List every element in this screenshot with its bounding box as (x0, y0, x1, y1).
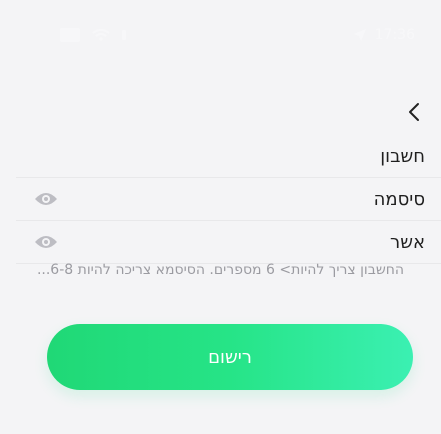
status-time: 17:36 (374, 27, 415, 43)
password-label: סיסמה (373, 188, 425, 210)
eye-icon[interactable] (34, 191, 58, 207)
register-button[interactable]: רישום (47, 324, 413, 390)
password-field[interactable]: סיסמה (16, 178, 441, 221)
back-button[interactable] (405, 100, 423, 124)
account-label: חשבון (380, 145, 425, 167)
account-field[interactable]: חשבון (16, 135, 441, 178)
battery-icon (60, 28, 80, 42)
status-right: 17:36 (353, 27, 415, 43)
confirm-label: אשר (390, 231, 425, 253)
location-icon (353, 29, 366, 41)
signal-icon (122, 30, 126, 40)
status-left (60, 28, 126, 42)
helper-text: החשבון צריך להיות> 6 מספרים. הסיסמא צריכ… (36, 262, 405, 278)
register-button-label: רישום (208, 346, 252, 368)
confirm-field[interactable]: אשר (16, 221, 441, 264)
chevron-left-icon (409, 103, 419, 121)
eye-icon[interactable] (34, 234, 58, 250)
status-bar: 17:36 (0, 0, 441, 70)
wifi-icon (92, 29, 110, 41)
register-form: חשבון סיסמה אשר (16, 135, 441, 264)
